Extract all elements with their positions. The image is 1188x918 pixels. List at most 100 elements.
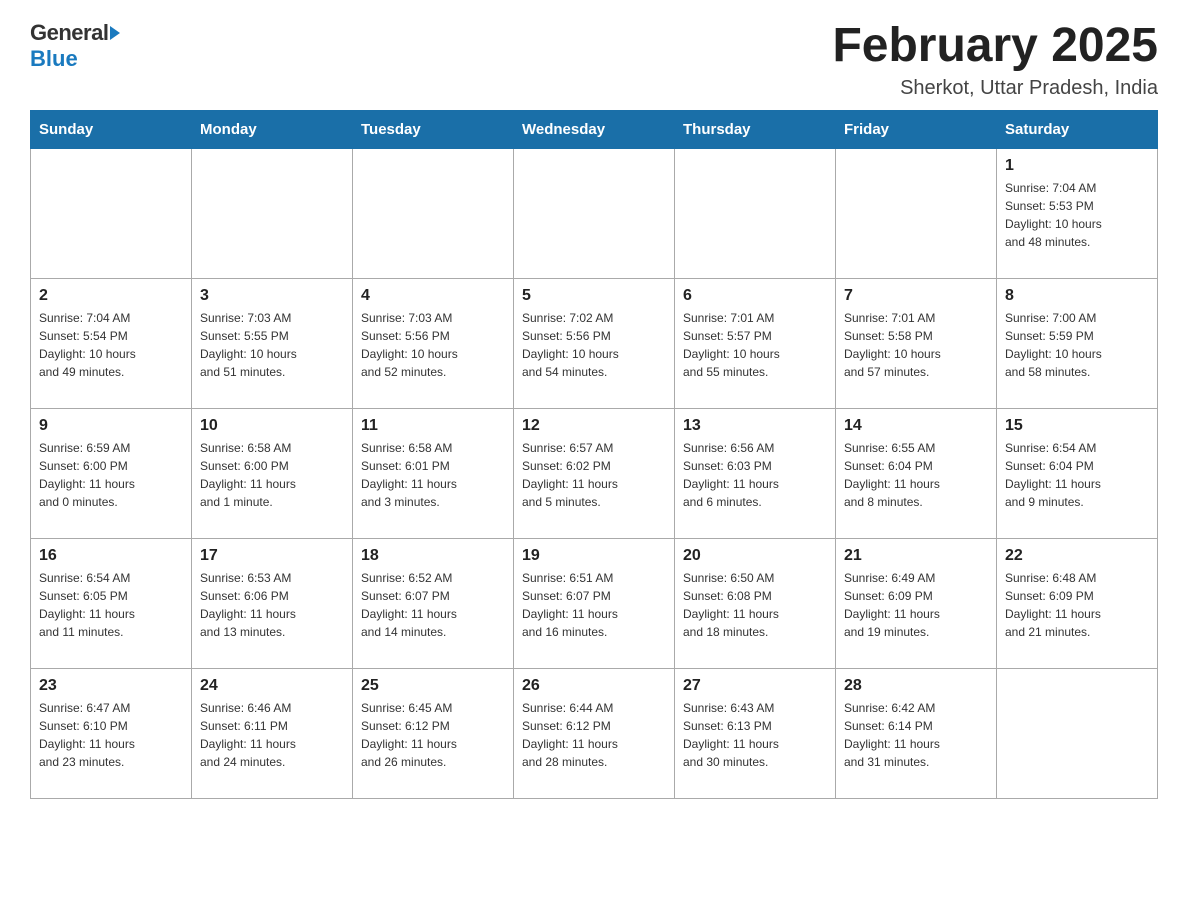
day-info: Sunrise: 6:45 AM Sunset: 6:12 PM Dayligh… [361, 699, 505, 771]
weekday-header-wednesday: Wednesday [514, 110, 675, 148]
day-info: Sunrise: 6:51 AM Sunset: 6:07 PM Dayligh… [522, 569, 666, 641]
calendar-cell: 14 Sunrise: 6:55 AM Sunset: 6:04 PM Dayli… [836, 408, 997, 538]
calendar-cell: 10Sunrise: 6:58 AM Sunset: 6:00 PM Dayli… [192, 408, 353, 538]
calendar-cell: 12 Sunrise: 6:57 AM Sunset: 6:02 PM Dayli… [514, 408, 675, 538]
day-number: 12 [522, 417, 666, 435]
day-number: 23 [39, 677, 183, 695]
day-number: 2 [39, 287, 183, 305]
month-title: February 2025 [832, 20, 1158, 73]
day-number: 22 [1005, 547, 1149, 565]
day-number: 1 [1005, 157, 1149, 175]
calendar-body: 1 Sunrise: 7:04 AM Sunset: 5:53 PM Daylig… [31, 148, 1158, 798]
day-number: 26 [522, 677, 666, 695]
day-info: Sunrise: 6:42 AM Sunset: 6:14 PM Dayligh… [844, 699, 988, 771]
calendar-cell: 16 Sunrise: 6:54 AM Sunset: 6:05 PM Dayli… [31, 538, 192, 668]
calendar-cell: 2Sunrise: 7:04 AM Sunset: 5:54 PM Daylig… [31, 278, 192, 408]
day-number: 24 [200, 677, 344, 695]
logo-general-text: General [30, 20, 108, 46]
day-number: 28 [844, 677, 988, 695]
calendar-cell: 3 Sunrise: 7:03 AM Sunset: 5:55 PM Daylig… [192, 278, 353, 408]
calendar-week-3: 9 Sunrise: 6:59 AM Sunset: 6:00 PM Daylig… [31, 408, 1158, 538]
weekday-header-saturday: Saturday [997, 110, 1158, 148]
calendar-cell: 11 Sunrise: 6:58 AM Sunset: 6:01 PM Dayli… [353, 408, 514, 538]
day-info: Sunrise: 6:55 AM Sunset: 6:04 PM Dayligh… [844, 439, 988, 511]
weekday-header-friday: Friday [836, 110, 997, 148]
day-info: Sunrise: 6:47 AM Sunset: 6:10 PM Dayligh… [39, 699, 183, 771]
weekday-header-monday: Monday [192, 110, 353, 148]
day-info: Sunrise: 6:49 AM Sunset: 6:09 PM Dayligh… [844, 569, 988, 641]
calendar-week-5: 23 Sunrise: 6:47 AM Sunset: 6:10 PM Dayli… [31, 668, 1158, 798]
calendar-cell: 9 Sunrise: 6:59 AM Sunset: 6:00 PM Daylig… [31, 408, 192, 538]
weekday-header-thursday: Thursday [675, 110, 836, 148]
logo: General Blue [30, 20, 120, 72]
day-info: Sunrise: 6:46 AM Sunset: 6:11 PM Dayligh… [200, 699, 344, 771]
calendar-cell: 21 Sunrise: 6:49 AM Sunset: 6:09 PM Dayli… [836, 538, 997, 668]
calendar-table: SundayMondayTuesdayWednesdayThursdayFrid… [30, 110, 1158, 799]
calendar-cell: 20 Sunrise: 6:50 AM Sunset: 6:08 PM Dayli… [675, 538, 836, 668]
calendar-cell: 19 Sunrise: 6:51 AM Sunset: 6:07 PM Dayli… [514, 538, 675, 668]
day-number: 8 [1005, 287, 1149, 305]
day-number: 25 [361, 677, 505, 695]
day-number: 7 [844, 287, 988, 305]
calendar-week-2: 2Sunrise: 7:04 AM Sunset: 5:54 PM Daylig… [31, 278, 1158, 408]
day-info: Sunrise: 7:03 AM Sunset: 5:55 PM Dayligh… [200, 309, 344, 381]
day-number: 20 [683, 547, 827, 565]
day-info: Sunrise: 6:48 AM Sunset: 6:09 PM Dayligh… [1005, 569, 1149, 641]
calendar-cell: 7 Sunrise: 7:01 AM Sunset: 5:58 PM Daylig… [836, 278, 997, 408]
day-info: Sunrise: 6:43 AM Sunset: 6:13 PM Dayligh… [683, 699, 827, 771]
day-info: Sunrise: 7:01 AM Sunset: 5:57 PM Dayligh… [683, 309, 827, 381]
page-header: General Blue February 2025 Sherkot, Utta… [30, 20, 1158, 100]
day-number: 3 [200, 287, 344, 305]
day-info: Sunrise: 6:57 AM Sunset: 6:02 PM Dayligh… [522, 439, 666, 511]
day-info: Sunrise: 6:44 AM Sunset: 6:12 PM Dayligh… [522, 699, 666, 771]
calendar-week-1: 1 Sunrise: 7:04 AM Sunset: 5:53 PM Daylig… [31, 148, 1158, 278]
day-info: Sunrise: 6:53 AM Sunset: 6:06 PM Dayligh… [200, 569, 344, 641]
day-number: 9 [39, 417, 183, 435]
calendar-cell: 17 Sunrise: 6:53 AM Sunset: 6:06 PM Dayli… [192, 538, 353, 668]
day-info: Sunrise: 7:01 AM Sunset: 5:58 PM Dayligh… [844, 309, 988, 381]
day-info: Sunrise: 6:56 AM Sunset: 6:03 PM Dayligh… [683, 439, 827, 511]
logo-arrow-icon [110, 26, 120, 40]
calendar-cell: 22 Sunrise: 6:48 AM Sunset: 6:09 PM Dayli… [997, 538, 1158, 668]
logo-blue-text: Blue [30, 46, 78, 71]
day-number: 21 [844, 547, 988, 565]
calendar-cell: 15Sunrise: 6:54 AM Sunset: 6:04 PM Dayli… [997, 408, 1158, 538]
day-number: 18 [361, 547, 505, 565]
calendar-cell: 28 Sunrise: 6:42 AM Sunset: 6:14 PM Dayli… [836, 668, 997, 798]
day-info: Sunrise: 6:54 AM Sunset: 6:04 PM Dayligh… [1005, 439, 1149, 511]
calendar-cell: 1 Sunrise: 7:04 AM Sunset: 5:53 PM Daylig… [997, 148, 1158, 278]
day-info: Sunrise: 6:59 AM Sunset: 6:00 PM Dayligh… [39, 439, 183, 511]
calendar-cell [353, 148, 514, 278]
calendar-header: SundayMondayTuesdayWednesdayThursdayFrid… [31, 110, 1158, 148]
calendar-cell: 5Sunrise: 7:02 AM Sunset: 5:56 PM Daylig… [514, 278, 675, 408]
day-number: 11 [361, 417, 505, 435]
calendar-cell: 25 Sunrise: 6:45 AM Sunset: 6:12 PM Dayli… [353, 668, 514, 798]
day-info: Sunrise: 6:52 AM Sunset: 6:07 PM Dayligh… [361, 569, 505, 641]
calendar-cell [836, 148, 997, 278]
day-info: Sunrise: 6:54 AM Sunset: 6:05 PM Dayligh… [39, 569, 183, 641]
calendar-cell [675, 148, 836, 278]
day-number: 17 [200, 547, 344, 565]
day-info: Sunrise: 7:02 AM Sunset: 5:56 PM Dayligh… [522, 309, 666, 381]
weekday-row: SundayMondayTuesdayWednesdayThursdayFrid… [31, 110, 1158, 148]
calendar-cell [997, 668, 1158, 798]
calendar-cell [514, 148, 675, 278]
day-number: 13 [683, 417, 827, 435]
day-info: Sunrise: 7:04 AM Sunset: 5:53 PM Dayligh… [1005, 179, 1149, 251]
day-number: 6 [683, 287, 827, 305]
calendar-cell: 24 Sunrise: 6:46 AM Sunset: 6:11 PM Dayli… [192, 668, 353, 798]
day-number: 14 [844, 417, 988, 435]
day-number: 16 [39, 547, 183, 565]
calendar-cell: 4Sunrise: 7:03 AM Sunset: 5:56 PM Daylig… [353, 278, 514, 408]
day-number: 19 [522, 547, 666, 565]
day-info: Sunrise: 6:58 AM Sunset: 6:00 PM Dayligh… [200, 439, 344, 511]
title-area: February 2025 Sherkot, Uttar Pradesh, In… [832, 20, 1158, 100]
calendar-cell: 18 Sunrise: 6:52 AM Sunset: 6:07 PM Dayli… [353, 538, 514, 668]
day-info: Sunrise: 6:50 AM Sunset: 6:08 PM Dayligh… [683, 569, 827, 641]
calendar-cell: 23 Sunrise: 6:47 AM Sunset: 6:10 PM Dayli… [31, 668, 192, 798]
day-number: 27 [683, 677, 827, 695]
day-info: Sunrise: 7:00 AM Sunset: 5:59 PM Dayligh… [1005, 309, 1149, 381]
calendar-week-4: 16 Sunrise: 6:54 AM Sunset: 6:05 PM Dayli… [31, 538, 1158, 668]
day-info: Sunrise: 6:58 AM Sunset: 6:01 PM Dayligh… [361, 439, 505, 511]
calendar-cell: 13 Sunrise: 6:56 AM Sunset: 6:03 PM Dayli… [675, 408, 836, 538]
